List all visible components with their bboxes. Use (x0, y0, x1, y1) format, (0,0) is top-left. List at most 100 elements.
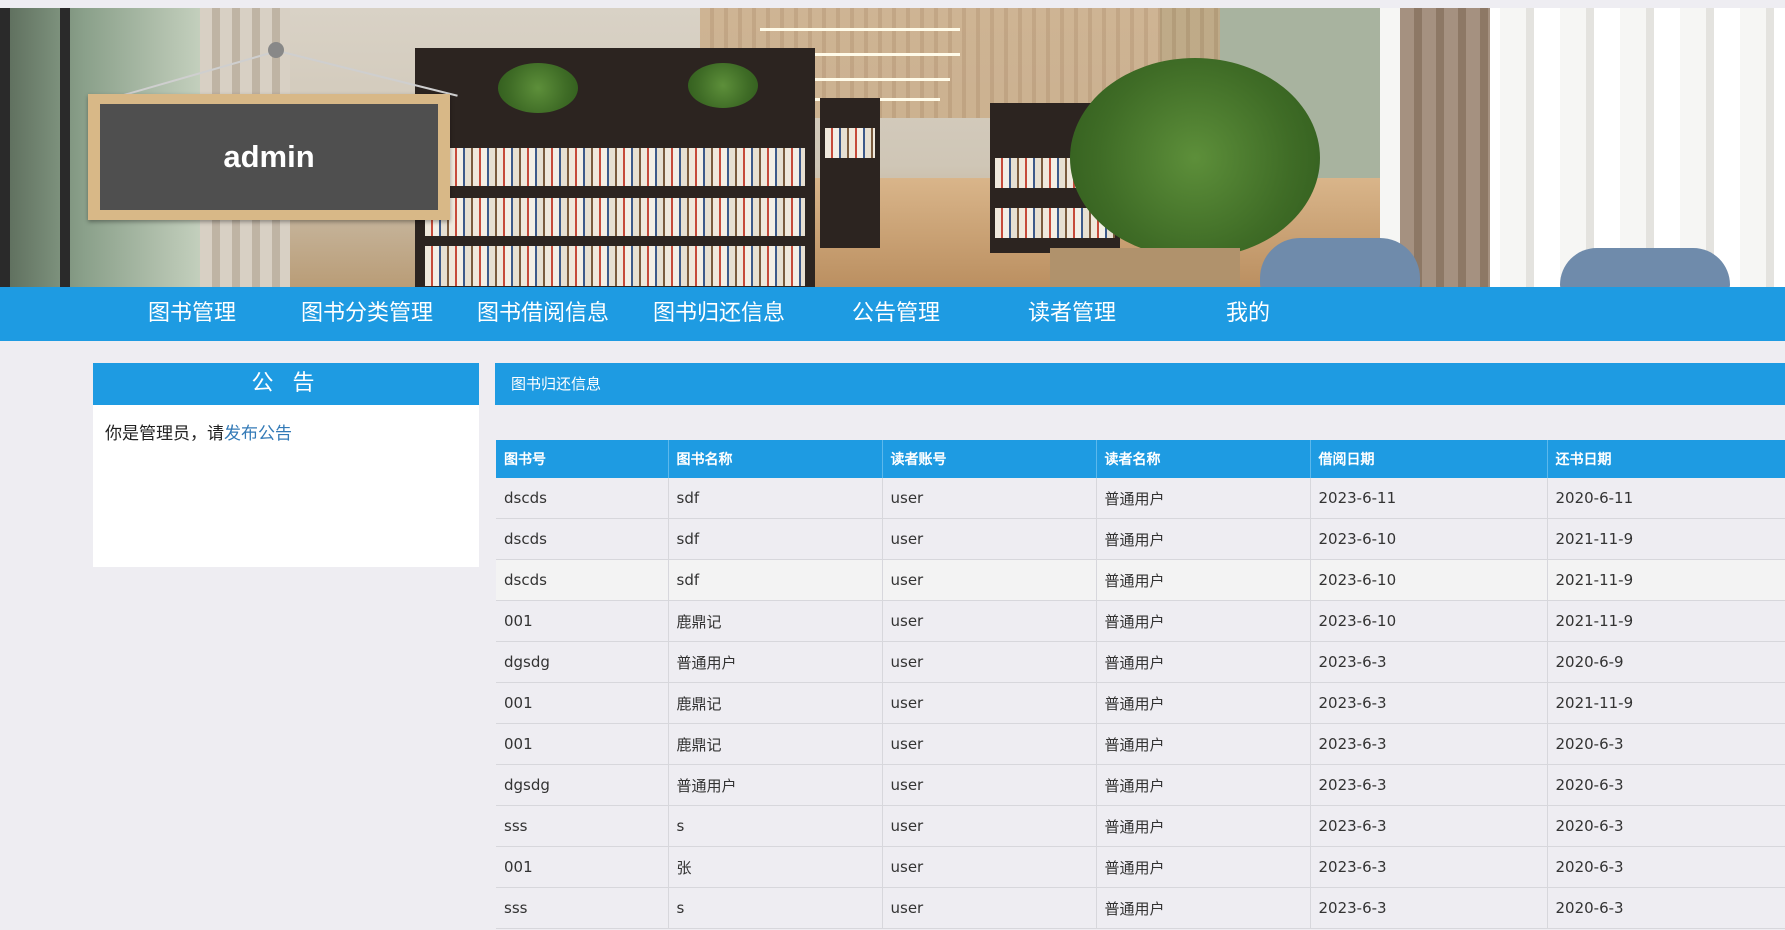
cell-book-name: s (668, 805, 883, 847)
cell-book-id: 001 (496, 682, 669, 724)
table-header-row: 图书号 图书名称 读者账号 读者名称 借阅日期 还书日期 (496, 440, 1785, 478)
cell-reader-account: user (882, 805, 1097, 847)
notice-text: 你是管理员，请 (105, 424, 224, 444)
notice-panel: 公 告 你是管理员，请发布公告 (93, 363, 479, 567)
cell-reader-name: 普通用户 (1096, 478, 1311, 519)
cell-reader-account: user (882, 846, 1097, 888)
return-records-table: 图书号 图书名称 读者账号 读者名称 借阅日期 还书日期 dscds sdf user 普通用户… (496, 440, 1785, 929)
cell-return-date: 2021-11-9 (1547, 600, 1785, 642)
nav-reader-management[interactable]: 读者管理 (1002, 287, 1142, 341)
cell-reader-account: user (882, 518, 1097, 560)
cell-return-date: 2020-6-3 (1547, 764, 1785, 806)
cell-book-id: sss (496, 887, 669, 929)
cell-book-name: sdf (668, 559, 883, 601)
cell-borrow-date: 2023-6-3 (1310, 764, 1548, 806)
cell-book-id: 001 (496, 600, 669, 642)
cell-reader-account: user (882, 682, 1097, 724)
nav-category-management[interactable]: 图书分类管理 (292, 287, 442, 341)
cell-reader-account: user (882, 887, 1097, 929)
cell-book-id: 001 (496, 723, 669, 765)
column-header-reader-account: 读者账号 (882, 440, 1097, 478)
panel-title: 图书归还信息 (495, 363, 1785, 405)
header-banner: admin (0, 8, 1785, 294)
nav-book-management[interactable]: 图书管理 (122, 287, 262, 341)
cell-reader-account: user (882, 764, 1097, 806)
cell-borrow-date: 2023-6-10 (1310, 600, 1548, 642)
cell-borrow-date: 2023-6-3 (1310, 805, 1548, 847)
cell-reader-name: 普通用户 (1096, 600, 1311, 642)
cell-return-date: 2020-6-3 (1547, 723, 1785, 765)
cell-book-name: 鹿鼎记 (668, 600, 883, 642)
cell-reader-name: 普通用户 (1096, 559, 1311, 601)
username-board: admin (88, 94, 450, 220)
cell-book-id: sss (496, 805, 669, 847)
table-row[interactable]: dscds sdf user 普通用户 2023-6-10 2021-11-9 (496, 559, 1785, 601)
cell-reader-name: 普通用户 (1096, 846, 1311, 888)
table-row[interactable]: 001 鹿鼎记 user 普通用户 2023-6-3 2020-6-3 (496, 723, 1785, 765)
cell-return-date: 2020-6-9 (1547, 641, 1785, 683)
nav-mine[interactable]: 我的 (1188, 287, 1308, 341)
cell-reader-name: 普通用户 (1096, 887, 1311, 929)
cell-reader-account: user (882, 600, 1097, 642)
table-row[interactable]: dgsdg 普通用户 user 普通用户 2023-6-3 2020-6-3 (496, 764, 1785, 806)
table-row[interactable]: dgsdg 普通用户 user 普通用户 2023-6-3 2020-6-9 (496, 641, 1785, 683)
cell-borrow-date: 2023-6-3 (1310, 887, 1548, 929)
cell-reader-account: user (882, 559, 1097, 601)
cell-book-id: dscds (496, 559, 669, 601)
board-pin (268, 42, 284, 58)
cell-return-date: 2021-11-9 (1547, 559, 1785, 601)
column-header-borrow-date: 借阅日期 (1310, 440, 1548, 478)
cell-book-id: dscds (496, 478, 669, 519)
nav-borrow-info[interactable]: 图书借阅信息 (468, 287, 618, 341)
cell-borrow-date: 2023-6-3 (1310, 641, 1548, 683)
table-row[interactable]: 001 鹿鼎记 user 普通用户 2023-6-10 2021-11-9 (496, 600, 1785, 642)
username-label: admin (223, 139, 315, 174)
cell-reader-name: 普通用户 (1096, 764, 1311, 806)
cell-book-name: sdf (668, 518, 883, 560)
table-row[interactable]: 001 鹿鼎记 user 普通用户 2023-6-3 2021-11-9 (496, 682, 1785, 724)
publish-notice-link[interactable]: 发布公告 (224, 424, 292, 444)
column-header-book-id: 图书号 (496, 440, 669, 478)
table-row[interactable]: dscds sdf user 普通用户 2023-6-10 2021-11-9 (496, 518, 1785, 560)
cell-book-name: 鹿鼎记 (668, 723, 883, 765)
cell-reader-name: 普通用户 (1096, 518, 1311, 560)
cell-reader-account: user (882, 641, 1097, 683)
table-row[interactable]: dscds sdf user 普通用户 2023-6-11 2020-6-11 (496, 478, 1785, 519)
cell-borrow-date: 2023-6-10 (1310, 559, 1548, 601)
cell-return-date: 2020-6-3 (1547, 805, 1785, 847)
cell-book-id: dgsdg (496, 764, 669, 806)
plant-image (498, 63, 578, 113)
cell-return-date: 2021-11-9 (1547, 682, 1785, 724)
cell-book-name: 张 (668, 846, 883, 888)
cell-borrow-date: 2023-6-3 (1310, 682, 1548, 724)
notice-title: 公 告 (93, 363, 479, 405)
column-header-reader-name: 读者名称 (1096, 440, 1311, 478)
cell-book-id: 001 (496, 846, 669, 888)
table-row[interactable]: sss s user 普通用户 2023-6-3 2020-6-3 (496, 887, 1785, 929)
cell-book-name: s (668, 887, 883, 929)
notice-body: 你是管理员，请发布公告 (93, 405, 479, 458)
main-nav: 图书管理 图书分类管理 图书借阅信息 图书归还信息 公告管理 读者管理 我的 (0, 287, 1785, 341)
cell-borrow-date: 2023-6-10 (1310, 518, 1548, 560)
cell-return-date: 2020-6-11 (1547, 478, 1785, 519)
cell-borrow-date: 2023-6-11 (1310, 478, 1548, 519)
cell-reader-name: 普通用户 (1096, 723, 1311, 765)
cell-book-name: 普通用户 (668, 764, 883, 806)
column-header-return-date: 还书日期 (1547, 440, 1785, 478)
cell-return-date: 2021-11-9 (1547, 518, 1785, 560)
table-row[interactable]: sss s user 普通用户 2023-6-3 2020-6-3 (496, 805, 1785, 847)
cell-book-name: sdf (668, 478, 883, 519)
nav-notice-management[interactable]: 公告管理 (826, 287, 966, 341)
cell-reader-account: user (882, 723, 1097, 765)
cell-borrow-date: 2023-6-3 (1310, 846, 1548, 888)
cell-book-id: dgsdg (496, 641, 669, 683)
cell-reader-account: user (882, 478, 1097, 519)
cell-return-date: 2020-6-3 (1547, 887, 1785, 929)
cell-reader-name: 普通用户 (1096, 641, 1311, 683)
cell-reader-name: 普通用户 (1096, 805, 1311, 847)
cell-book-name: 普通用户 (668, 641, 883, 683)
cell-borrow-date: 2023-6-3 (1310, 723, 1548, 765)
table-row[interactable]: 001 张 user 普通用户 2023-6-3 2020-6-3 (496, 846, 1785, 888)
nav-return-info[interactable]: 图书归还信息 (644, 287, 794, 341)
cell-book-name: 鹿鼎记 (668, 682, 883, 724)
